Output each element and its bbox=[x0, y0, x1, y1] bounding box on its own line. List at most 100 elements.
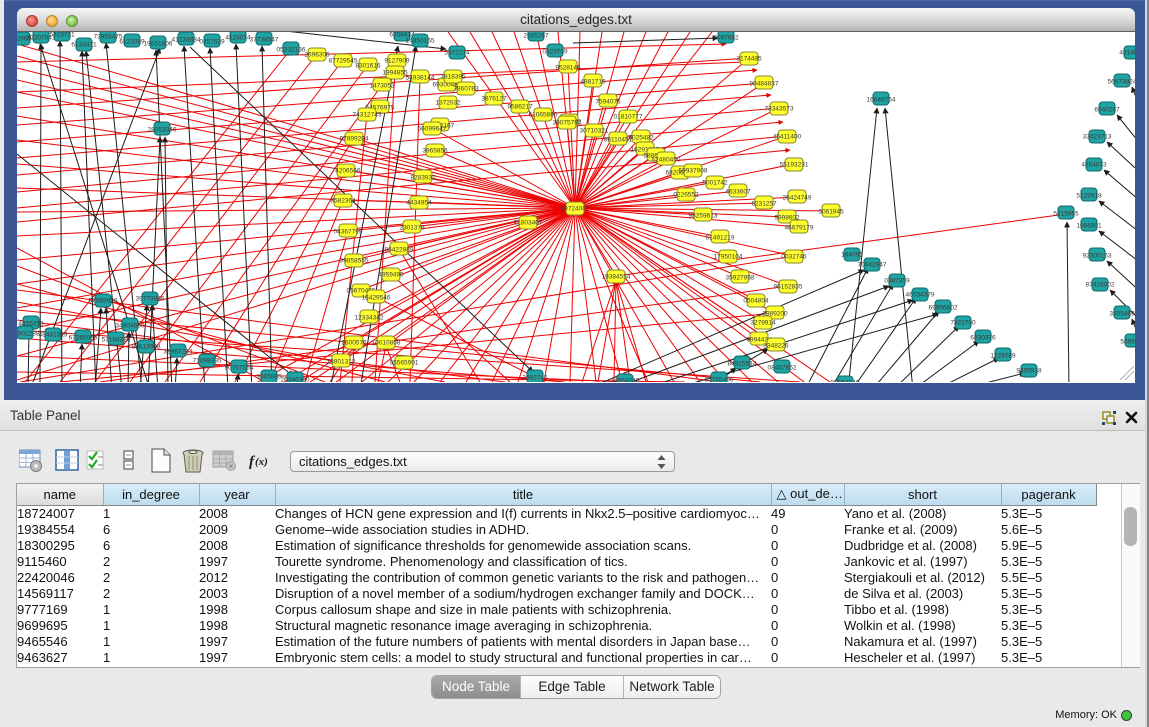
svg-text:14864040: 14864040 bbox=[611, 378, 640, 383]
svg-text:7594075: 7594075 bbox=[595, 99, 621, 106]
svg-text:61491219: 61491219 bbox=[706, 235, 735, 242]
svg-text:5323731: 5323731 bbox=[49, 32, 75, 39]
svg-text:5215955: 5215955 bbox=[1053, 211, 1079, 218]
svg-text:39075792: 39075792 bbox=[553, 120, 582, 127]
svg-text:2696306: 2696306 bbox=[304, 52, 330, 59]
svg-text:7860783: 7860783 bbox=[453, 86, 479, 93]
svg-text:21803407: 21803407 bbox=[514, 220, 543, 227]
svg-text:1066901: 1066901 bbox=[1076, 223, 1102, 230]
svg-text:3174485: 3174485 bbox=[736, 56, 762, 63]
svg-text:01810777: 01810777 bbox=[614, 114, 643, 121]
svg-text:96152835: 96152835 bbox=[774, 284, 803, 291]
svg-text:26346300: 26346300 bbox=[281, 377, 310, 383]
svg-text:6123089: 6123089 bbox=[119, 39, 145, 46]
svg-text:46679179: 46679179 bbox=[785, 225, 814, 232]
svg-text:6231257: 6231257 bbox=[751, 201, 777, 208]
svg-text:35927958: 35927958 bbox=[726, 275, 755, 282]
svg-text:0226552: 0226552 bbox=[673, 192, 699, 199]
svg-text:8301616: 8301616 bbox=[355, 63, 381, 70]
svg-text:13801312: 13801312 bbox=[327, 359, 356, 366]
svg-text:4124074: 4124074 bbox=[225, 35, 251, 42]
svg-text:86422889: 86422889 bbox=[385, 247, 414, 254]
svg-text:5372274: 5372274 bbox=[444, 50, 470, 57]
svg-text:16429546: 16429546 bbox=[362, 295, 391, 302]
svg-text:98259613: 98259613 bbox=[689, 213, 718, 220]
svg-text:1473053: 1473053 bbox=[369, 83, 395, 90]
svg-text:74206566: 74206566 bbox=[332, 168, 361, 175]
svg-text:19651806: 19651806 bbox=[144, 41, 173, 48]
svg-text:18724007: 18724007 bbox=[561, 206, 590, 213]
svg-text:61065880: 61065880 bbox=[529, 112, 558, 119]
svg-text:87729545: 87729545 bbox=[329, 58, 358, 65]
svg-text:3876127: 3876127 bbox=[481, 96, 507, 103]
svg-text:3905885: 3905885 bbox=[256, 374, 282, 381]
svg-text:6940287: 6940287 bbox=[1094, 107, 1120, 114]
svg-text:6025482: 6025482 bbox=[628, 135, 654, 142]
svg-text:67265995: 67265995 bbox=[69, 335, 98, 342]
svg-text:1372032: 1372032 bbox=[435, 100, 461, 107]
svg-text:12334342: 12334342 bbox=[355, 315, 384, 322]
svg-text:5001742: 5001742 bbox=[702, 180, 728, 187]
svg-text:39858555: 39858555 bbox=[340, 258, 369, 265]
svg-text:37738547: 37738547 bbox=[250, 37, 279, 44]
svg-text:9405938: 9405938 bbox=[1016, 368, 1042, 375]
svg-text:19384554: 19384554 bbox=[602, 274, 631, 281]
svg-text:8582364: 8582364 bbox=[330, 198, 356, 205]
svg-text:0504804: 0504804 bbox=[743, 298, 769, 305]
svg-text:26424749: 26424749 bbox=[783, 195, 812, 202]
svg-text:70642947: 70642947 bbox=[858, 262, 887, 269]
svg-text:57194386: 57194386 bbox=[102, 337, 131, 344]
svg-text:14850165: 14850165 bbox=[406, 38, 435, 45]
svg-text:48431329: 48431329 bbox=[39, 332, 68, 339]
svg-text:74312743: 74312743 bbox=[353, 112, 382, 119]
svg-text:0323709: 0323709 bbox=[542, 49, 568, 56]
svg-text:4959490: 4959490 bbox=[378, 272, 404, 279]
svg-text:56673824: 56673824 bbox=[1108, 79, 1135, 86]
svg-text:3855489: 3855489 bbox=[1109, 311, 1135, 318]
svg-text:55902288: 55902288 bbox=[17, 331, 40, 338]
svg-text:5695772: 5695772 bbox=[1120, 339, 1135, 346]
svg-text:28053346: 28053346 bbox=[148, 127, 177, 134]
svg-text:95565901: 95565901 bbox=[390, 360, 419, 367]
svg-text:3279914: 3279914 bbox=[750, 320, 776, 327]
svg-text:4881716: 4881716 bbox=[580, 79, 606, 86]
svg-text:98557649: 98557649 bbox=[831, 380, 860, 383]
svg-text:90767564: 90767564 bbox=[225, 365, 254, 372]
svg-text:8283932: 8283932 bbox=[410, 175, 436, 182]
svg-text:3982745: 3982745 bbox=[522, 375, 548, 382]
svg-text:17950104: 17950104 bbox=[714, 254, 743, 261]
svg-text:71098395: 71098395 bbox=[193, 358, 222, 365]
svg-text:3965856: 3965856 bbox=[422, 148, 448, 155]
svg-text:5061945: 5061945 bbox=[818, 209, 844, 216]
svg-text:52480450: 52480450 bbox=[652, 157, 681, 164]
svg-text:4654073: 4654073 bbox=[1081, 162, 1107, 169]
svg-text:(x): (x) bbox=[255, 456, 268, 468]
svg-text:97899284: 97899284 bbox=[340, 136, 369, 143]
svg-text:4434954: 4434954 bbox=[406, 200, 432, 207]
svg-text:08457652: 08457652 bbox=[768, 365, 797, 372]
svg-text:54938144: 54938144 bbox=[406, 75, 435, 82]
svg-text:94613998: 94613998 bbox=[132, 344, 161, 351]
svg-text:38967214: 38967214 bbox=[164, 349, 193, 356]
svg-text:1818395: 1818395 bbox=[440, 74, 466, 81]
svg-text:04367799: 04367799 bbox=[334, 229, 363, 236]
svg-text:0857539: 0857539 bbox=[199, 39, 225, 46]
svg-text:1229789: 1229789 bbox=[990, 353, 1016, 360]
svg-text:41233834: 41233834 bbox=[172, 37, 201, 44]
svg-text:2087682: 2087682 bbox=[713, 35, 739, 42]
svg-text:9586217: 9586217 bbox=[507, 104, 533, 111]
svg-text:46034379: 46034379 bbox=[906, 292, 935, 299]
svg-text:69956602: 69956602 bbox=[929, 305, 958, 312]
svg-text:2600576: 2600576 bbox=[341, 340, 367, 347]
svg-text:0032746: 0032746 bbox=[781, 254, 807, 261]
svg-text:84925514: 84925514 bbox=[728, 361, 757, 368]
svg-text:6830376: 6830376 bbox=[970, 335, 996, 342]
svg-text:4633607: 4633607 bbox=[725, 189, 751, 196]
svg-text:33423713: 33423713 bbox=[1083, 134, 1112, 141]
svg-text:0387359: 0387359 bbox=[884, 278, 910, 285]
svg-text:59937908: 59937908 bbox=[679, 168, 708, 175]
svg-text:05232136: 05232136 bbox=[277, 47, 306, 54]
svg-text:30710321: 30710321 bbox=[580, 128, 609, 135]
svg-text:9127909: 9127909 bbox=[384, 58, 410, 65]
svg-text:56099647: 56099647 bbox=[418, 126, 447, 133]
